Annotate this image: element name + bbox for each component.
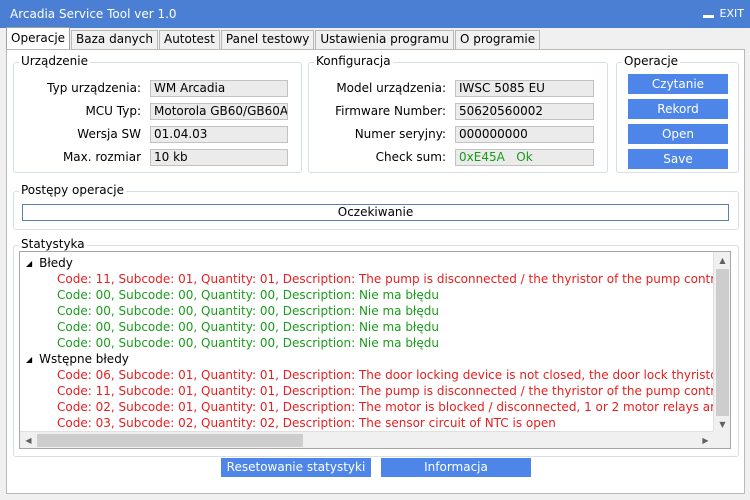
scroll-up-icon[interactable]: ▲ — [714, 252, 730, 269]
model-field: IWSC 5085 EU — [455, 80, 594, 97]
tree-entry[interactable]: Code: 00, Subcode: 00, Quantity: 00, Des… — [57, 319, 439, 335]
config-group: Konfiguracja Model urządzenia: IWSC 5085… — [308, 54, 608, 173]
tab-ustawienia-programu[interactable]: Ustawienia programu — [315, 30, 454, 49]
model-label: Model urządzenia: — [336, 81, 446, 95]
max-size-field: 10 kb — [150, 149, 288, 166]
tab-bar: Operacje Baza danych Autotest Panel test… — [6, 27, 541, 49]
expanded-triangle-icon[interactable]: ◢ — [26, 256, 32, 272]
czytanie-button[interactable]: Czytanie — [628, 74, 728, 94]
stats-tree[interactable]: ◢ Błedy Code: 11, Subcode: 01, Quantity: … — [19, 251, 731, 449]
tree-node-errors[interactable]: ◢ Błedy — [26, 255, 73, 271]
device-group: Urządzenie Typ urządzenia: WM Arcadia MC… — [13, 54, 302, 173]
vertical-scrollbar[interactable]: ▲ ▼ — [713, 252, 730, 433]
device-type-field: WM Arcadia — [150, 80, 288, 97]
reset-statistics-button[interactable]: Resetowanie statystyki — [221, 458, 371, 477]
serial-label: Numer seryjny: — [354, 127, 446, 141]
tree-entry[interactable]: Code: 00, Subcode: 00, Quantity: 00, Des… — [57, 335, 439, 351]
progress-bar: Oczekiwanie — [22, 204, 729, 221]
checksum-status: Ok — [516, 150, 533, 164]
operations-group: Operacje Czytanie Rekord Open Save — [616, 54, 739, 173]
tree-node-initial-errors[interactable]: ◢ Wstępne błedy — [26, 351, 129, 367]
open-button[interactable]: Open — [628, 124, 728, 144]
checksum-label: Check sum: — [375, 150, 446, 164]
tree-entry[interactable]: Code: 11, Subcode: 01, Quantity: 01, Des… — [57, 271, 730, 287]
expanded-triangle-icon[interactable]: ◢ — [26, 352, 32, 368]
initial-node-label: Wstępne błedy — [39, 352, 129, 366]
tree-entry[interactable]: Code: 02, Subcode: 01, Quantity: 01, Des… — [57, 399, 730, 415]
save-button[interactable]: Save — [628, 149, 728, 169]
sw-version-label: Wersja SW — [77, 127, 141, 141]
config-group-title: Konfiguracja — [314, 54, 393, 69]
tree-entry[interactable]: Code: 06, Subcode: 01, Quantity: 01, Des… — [57, 367, 730, 383]
vertical-scroll-thumb[interactable] — [716, 269, 729, 416]
progress-text: Oczekiwanie — [337, 205, 414, 219]
sw-version-field: 01.04.03 — [150, 126, 288, 143]
firmware-label: Firmware Number: — [335, 104, 446, 118]
scrollbar-corner — [713, 431, 730, 448]
scroll-left-icon[interactable]: ◀ — [20, 432, 37, 448]
tab-o-programie[interactable]: O programie — [454, 30, 541, 49]
rekord-button[interactable]: Rekord — [628, 99, 728, 119]
tab-panel-testowy[interactable]: Panel testowy — [220, 30, 315, 49]
max-size-label: Max. rozmiar — [62, 150, 141, 164]
stats-group-title: Statystyka — [19, 237, 87, 252]
tree-entry[interactable]: Code: 00, Subcode: 00, Quantity: 00, Des… — [57, 303, 439, 319]
tab-panel-operacje: Urządzenie Typ urządzenia: WM Arcadia MC… — [6, 49, 745, 494]
firmware-field: 50620560002 — [455, 103, 594, 120]
device-type-label: Typ urządzenia: — [47, 81, 141, 95]
tree-entry[interactable]: Code: 00, Subcode: 00, Quantity: 00, Des… — [57, 287, 439, 303]
errors-node-label: Błedy — [39, 256, 73, 270]
tree-entry[interactable]: Code: 11, Subcode: 01, Quantity: 01, Des… — [57, 383, 730, 399]
horizontal-scrollbar[interactable]: ◀ ▶ — [20, 431, 714, 448]
minimize-icon — [702, 12, 714, 18]
scroll-right-icon[interactable]: ▶ — [697, 432, 714, 448]
tree-entry[interactable]: Code: 03, Subcode: 02, Quantity: 02, Des… — [57, 415, 556, 431]
operations-group-title: Operacje — [622, 54, 681, 69]
checksum-hex: 0xE45A — [459, 150, 505, 164]
checksum-field: 0xE45A Ok — [455, 149, 594, 166]
tab-operacje[interactable]: Operacje — [6, 27, 71, 49]
serial-field: 000000000 — [455, 126, 594, 143]
tab-autotest[interactable]: Autotest — [158, 30, 220, 49]
mcu-type-label: MCU Typ: — [85, 104, 141, 118]
exit-label: EXIT — [719, 7, 744, 20]
device-group-title: Urządzenie — [19, 54, 90, 69]
horizontal-scroll-thumb[interactable] — [37, 434, 303, 447]
tab-baza-danych[interactable]: Baza danych — [71, 30, 158, 49]
progress-group-title: Postępy operacje — [19, 183, 126, 198]
mcu-type-field: Motorola GB60/GB60A — [150, 103, 288, 120]
exit-button[interactable]: EXIT — [702, 7, 744, 20]
window-title: Arcadia Service Tool ver 1.0 — [10, 7, 177, 21]
title-bar: Arcadia Service Tool ver 1.0 EXIT — [0, 0, 750, 28]
information-button[interactable]: Informacja — [381, 458, 531, 477]
